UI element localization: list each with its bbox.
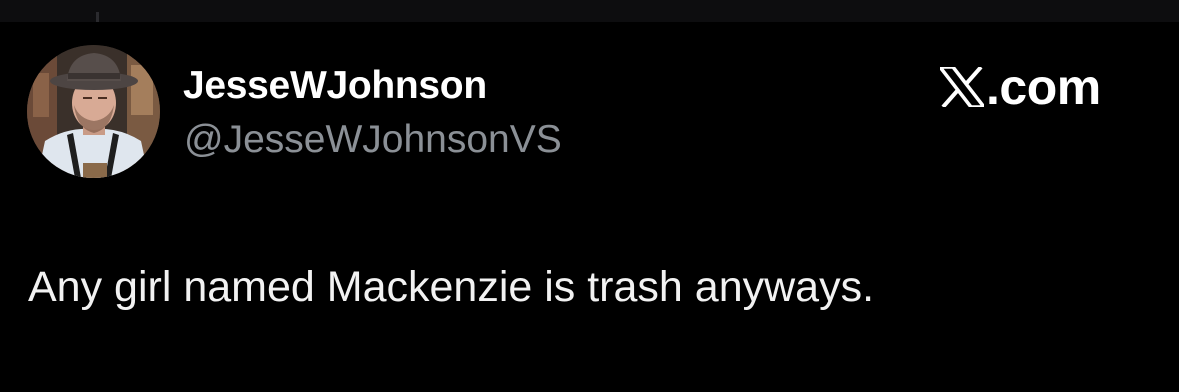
author-avatar[interactable] [27, 45, 160, 178]
x-com-brand: .com [940, 62, 1101, 112]
top-status-strip [0, 0, 1179, 22]
x-logo-icon [940, 67, 984, 107]
avatar-photo-image [27, 45, 160, 178]
strip-mark [96, 12, 99, 22]
tweet-text: Any girl named Mackenzie is trash anyway… [28, 263, 875, 311]
author-handle[interactable]: @JesseWJohnsonVS [184, 118, 562, 162]
author-display-name[interactable]: JesseWJohnson [183, 64, 487, 108]
brand-domain-suffix: .com [986, 59, 1101, 115]
